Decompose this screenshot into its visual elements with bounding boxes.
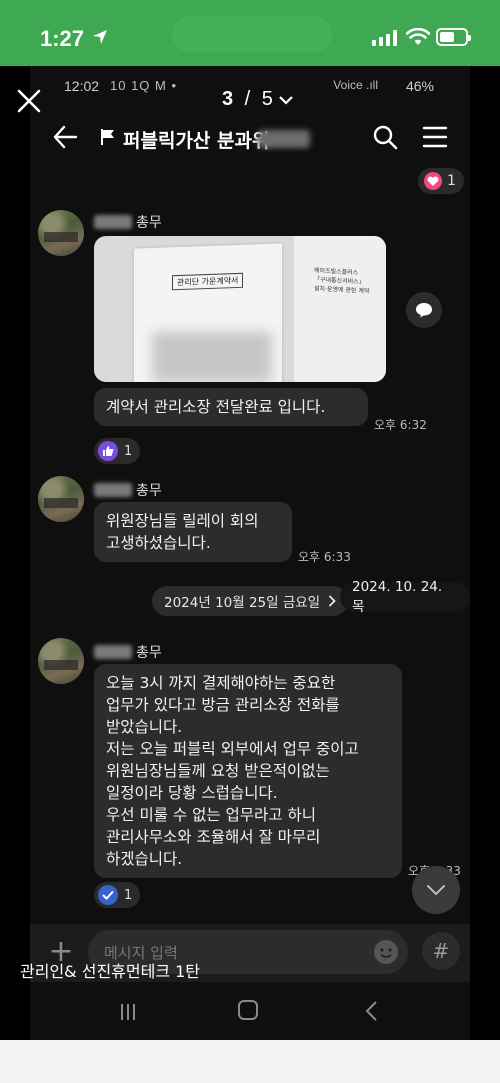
notification-icons: 10 1Q M • [110, 78, 178, 93]
reaction-count: 1 [124, 443, 133, 459]
reaction-count: 1 [447, 173, 456, 189]
chat-header: 퍼블릭가산 분과위 [30, 116, 470, 160]
chat-bubble[interactable]: 계약서 관리소장 전달완료 입니다. [94, 388, 368, 426]
android-clock: 12:02 [64, 78, 100, 94]
blurred-region [152, 332, 272, 382]
message-line: 관리사무소와 조율해서 잘 마무리 [106, 828, 321, 846]
chevron-right-icon [328, 595, 336, 607]
message-line: 받았습니다. [106, 718, 183, 736]
image-counter[interactable]: 3 / 5 [222, 88, 293, 111]
flag-icon [100, 128, 116, 150]
message-line: 업무가 있다고 방금 관리소장 전화를 [106, 696, 340, 714]
message-time: 오후 6:32 [374, 418, 427, 432]
message-line: 일정이라 당황 스럽습니다. [106, 784, 278, 802]
scroll-down-button[interactable] [412, 866, 460, 914]
android-battery: 46% [405, 78, 434, 94]
document-title: 관리단 가운계약서 [172, 272, 244, 291]
search-icon[interactable] [372, 124, 398, 154]
image-viewer: 12:02 10 1Q M • Voice .ıll 46% 퍼블릭가산 분과위 [0, 66, 500, 1040]
speech-bubble-icon [416, 303, 432, 318]
message-line: 우선 미룰 수 없는 업무라고 하니 [106, 806, 317, 824]
home-icon[interactable] [238, 1000, 258, 1020]
message-line: 하겠습니다. [106, 850, 183, 868]
wifi-icon [405, 27, 431, 50]
document-side-text: 헤이즈빌스플러스 「구내통신서비스」 설치·운영에 관한 계약 [314, 267, 370, 296]
counter-separator: / [239, 88, 256, 110]
avatar[interactable] [38, 638, 84, 684]
message-line: 저는 오늘 퍼블릭 외부에서 업무 중이고 [106, 740, 359, 758]
message-line: 고생하셨습니다. [106, 534, 211, 552]
redacted-name [94, 645, 132, 659]
date-tooltip: 2024. 10. 24. 목 [340, 579, 470, 615]
ios-status-bar: 1:27 [0, 0, 500, 66]
chat-screenshot: 12:02 10 1Q M • Voice .ıll 46% 퍼블릭가산 분과위 [30, 66, 470, 1040]
check-reaction[interactable]: 1 [94, 882, 141, 908]
chat-room-title: 퍼블릭가산 분과위 [123, 130, 270, 152]
sender-name: 총무 [94, 480, 162, 500]
photo-message[interactable]: 관리단 가운계약서 헤이즈빌스플러스 「구내통신서비스」 설치·운영에 관한 계… [94, 236, 386, 382]
message-line: 위원장님들 릴레이 회의 [106, 512, 259, 530]
sender-name: 총무 [94, 212, 162, 232]
document-photo-side: 헤이즈빌스플러스 「구내통신서비스」 설치·운영에 관한 계약 [294, 236, 386, 382]
chat-bubble[interactable]: 위원장님들 릴레이 회의 고생하셨습니다. [94, 502, 292, 562]
redacted-name [94, 483, 132, 497]
thumbs-up-reaction[interactable]: 1 [94, 438, 141, 464]
chevron-down-icon [427, 885, 445, 895]
android-nav-bar [30, 982, 470, 1040]
hamburger-menu-icon[interactable] [422, 124, 448, 154]
thumbs-up-icon [98, 441, 118, 461]
date-separator[interactable]: 2024년 10월 25일 금요일 [152, 586, 349, 616]
dynamic-island [172, 16, 332, 52]
reaction-count: 1 [124, 887, 133, 903]
bottom-panel [0, 1040, 500, 1083]
hashtag-icon[interactable]: # [422, 932, 460, 970]
avatar[interactable] [38, 476, 84, 522]
heart-icon [424, 172, 442, 190]
recent-apps-icon[interactable] [118, 1002, 138, 1026]
check-icon [98, 885, 118, 905]
redacted-name [94, 215, 132, 229]
chat-bubble[interactable]: 오늘 3시 까지 결제해야하는 중요한 업무가 있다고 방금 관리소장 전화를 … [94, 664, 402, 878]
share-button[interactable] [406, 292, 442, 328]
chevron-down-icon [279, 95, 293, 105]
cellular-signal-icon [372, 30, 397, 46]
message-line: 오늘 3시 까지 결제해야하는 중요한 [106, 674, 336, 692]
ios-clock: 1:27 [40, 26, 85, 51]
location-arrow-icon [92, 29, 108, 49]
current-index: 3 [222, 88, 234, 110]
sender-name: 총무 [94, 642, 162, 662]
date-label: 2024년 10월 25일 금요일 [164, 595, 321, 611]
message-time: 오후 6:33 [298, 550, 351, 564]
redacted-title-part [258, 130, 310, 148]
image-caption: 관리인& 선진휴먼테크 1탄 [20, 962, 201, 981]
network-icons: Voice .ıll [333, 78, 378, 92]
date-tooltip-text: 2024. 10. 24. 목 [352, 579, 443, 615]
message-line: 위원님장님들께 요청 받은적이없는 [106, 762, 330, 780]
back-arrow-icon[interactable] [52, 124, 78, 154]
message-text: 계약서 관리소장 전달완료 입니다. [106, 398, 326, 416]
battery-icon [436, 28, 471, 46]
total-count: 5 [261, 88, 273, 110]
nav-back-icon[interactable] [364, 1000, 378, 1026]
avatar[interactable] [38, 210, 84, 256]
emoji-icon[interactable] [372, 938, 400, 970]
close-icon[interactable] [14, 86, 48, 120]
heart-reaction[interactable]: 1 [418, 168, 464, 194]
